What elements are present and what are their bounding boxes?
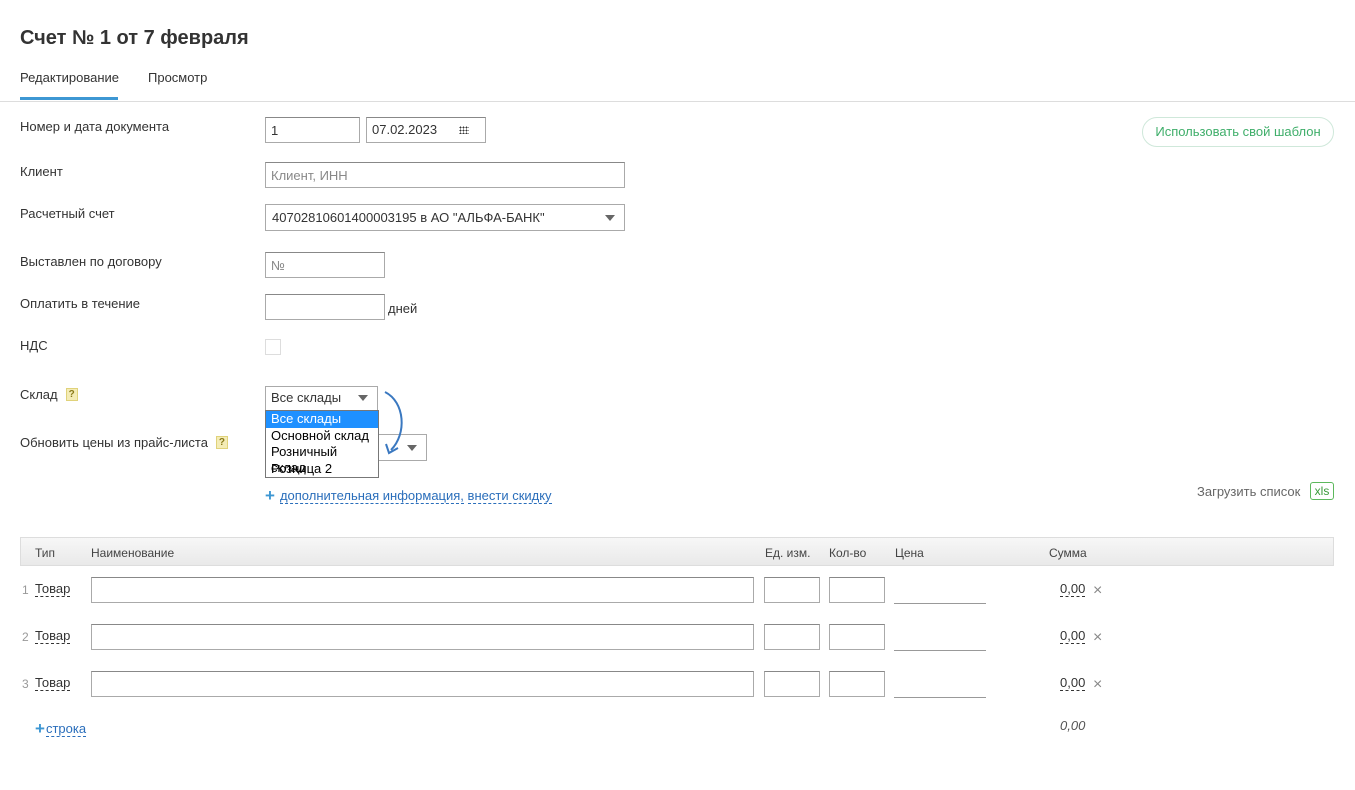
doc-number-input[interactable]	[265, 117, 360, 143]
client-input[interactable]	[265, 162, 625, 188]
close-icon[interactable]: ×	[1093, 677, 1102, 693]
help-icon[interactable]: ?	[65, 388, 78, 401]
row-qty-input[interactable]	[829, 624, 885, 650]
row-price-input[interactable]	[894, 650, 986, 651]
extra-info-link[interactable]: дополнительная информация,	[279, 488, 464, 504]
pay-unit: дней	[388, 301, 418, 316]
row-name-input[interactable]	[91, 577, 754, 603]
active-tab-indicator	[20, 97, 118, 100]
th-price: Цена	[895, 546, 924, 560]
row-number: 2	[22, 630, 29, 644]
upload-list-label: Загрузить список	[1197, 484, 1301, 499]
th-name: Наименование	[91, 546, 175, 560]
row-unit-input[interactable]	[764, 577, 820, 603]
th-unit: Ед. изм.	[765, 546, 811, 560]
contract-label: Выставлен по договору	[20, 254, 162, 269]
dropdown-option[interactable]: Розничный склад	[266, 444, 378, 475]
row-type-link[interactable]: Товар	[35, 676, 71, 691]
account-select[interactable]: 40702810601400003195 в АО "АЛЬФА-БАНК"	[265, 204, 625, 231]
row-price-input[interactable]	[894, 697, 986, 698]
row-type-link[interactable]: Товар	[35, 582, 71, 597]
row-number: 3	[22, 677, 29, 691]
plus-icon: +	[265, 486, 275, 505]
warehouse-dropdown: Все склады Основной склад Розничный скла…	[265, 410, 379, 478]
warehouse-select-value: Все склады	[271, 390, 342, 405]
th-type: Тип	[35, 546, 56, 560]
row-sum[interactable]: 0,00	[1060, 676, 1086, 691]
account-select-value: 40702810601400003195 в АО "АЛЬФА-БАНК"	[272, 210, 545, 225]
pay-label: Оплатить в течение	[20, 296, 141, 311]
vat-label: НДС	[20, 338, 48, 353]
warehouse-select[interactable]: Все склады	[265, 386, 378, 411]
dropdown-option[interactable]: Розница 2	[266, 461, 378, 478]
warehouse-label: Склад	[20, 387, 58, 402]
close-icon[interactable]: ×	[1093, 583, 1102, 599]
pricelist-label-row: Обновить цены из прайс-листа?	[20, 435, 228, 450]
row-name-input[interactable]	[91, 671, 754, 697]
doc-label: Номер и дата документа	[20, 119, 170, 134]
row-qty-input[interactable]	[829, 577, 885, 603]
hint-arrow-icon	[384, 391, 403, 455]
row-unit-input[interactable]	[764, 671, 820, 697]
pay-days-input[interactable]	[265, 294, 385, 320]
tab-edit[interactable]: Редактирование	[20, 70, 119, 85]
client-label: Клиент	[20, 164, 63, 179]
doc-date-input[interactable]: 07.02.2023	[366, 117, 486, 143]
vat-checkbox[interactable]	[265, 339, 281, 355]
page-title: Счет № 1 от 7 февраля	[20, 27, 249, 49]
account-label: Расчетный счет	[20, 206, 115, 221]
row-type-link[interactable]: Товар	[35, 629, 71, 644]
discount-link[interactable]: внести скидку	[467, 488, 552, 504]
help-icon[interactable]: ?	[215, 436, 228, 449]
dropdown-option[interactable]: Основной склад	[266, 428, 378, 445]
row-name-input[interactable]	[91, 624, 754, 650]
row-price-input[interactable]	[894, 603, 986, 604]
row-sum[interactable]: 0,00	[1060, 582, 1086, 597]
row-number: 1	[22, 583, 29, 597]
extra-info-row: + дополнительная информация, внести скидк…	[265, 486, 552, 506]
row-qty-input[interactable]	[829, 671, 885, 697]
chevron-down-icon	[605, 215, 615, 221]
table-header: Тип Наименование Ед. изм. Кол-во Цена Су…	[20, 537, 1334, 566]
plus-icon: +	[35, 719, 45, 738]
table-total: 0,00	[1060, 718, 1086, 733]
xls-upload-button[interactable]: xls	[1310, 482, 1334, 500]
doc-date-value: 07.02.2023	[372, 122, 438, 137]
chevron-down-icon	[358, 395, 368, 401]
calendar-icon[interactable]	[459, 126, 469, 134]
warehouse-label-row: Склад?	[20, 387, 78, 402]
use-template-button[interactable]: Использовать свой шаблон	[1142, 117, 1334, 147]
pricelist-label: Обновить цены из прайс-листа	[20, 435, 208, 450]
add-row-link[interactable]: строка	[45, 721, 87, 737]
row-sum[interactable]: 0,00	[1060, 629, 1086, 644]
th-qty: Кол-во	[829, 546, 867, 560]
close-icon[interactable]: ×	[1093, 630, 1102, 646]
th-sum: Сумма	[1049, 546, 1087, 560]
dropdown-option[interactable]: Все склады	[266, 411, 378, 428]
row-unit-input[interactable]	[764, 624, 820, 650]
tab-bar: Редактирование Просмотр	[0, 62, 1355, 102]
add-row-control: +строка	[35, 719, 87, 739]
contract-input[interactable]	[265, 252, 385, 278]
tab-view[interactable]: Просмотр	[148, 70, 207, 85]
